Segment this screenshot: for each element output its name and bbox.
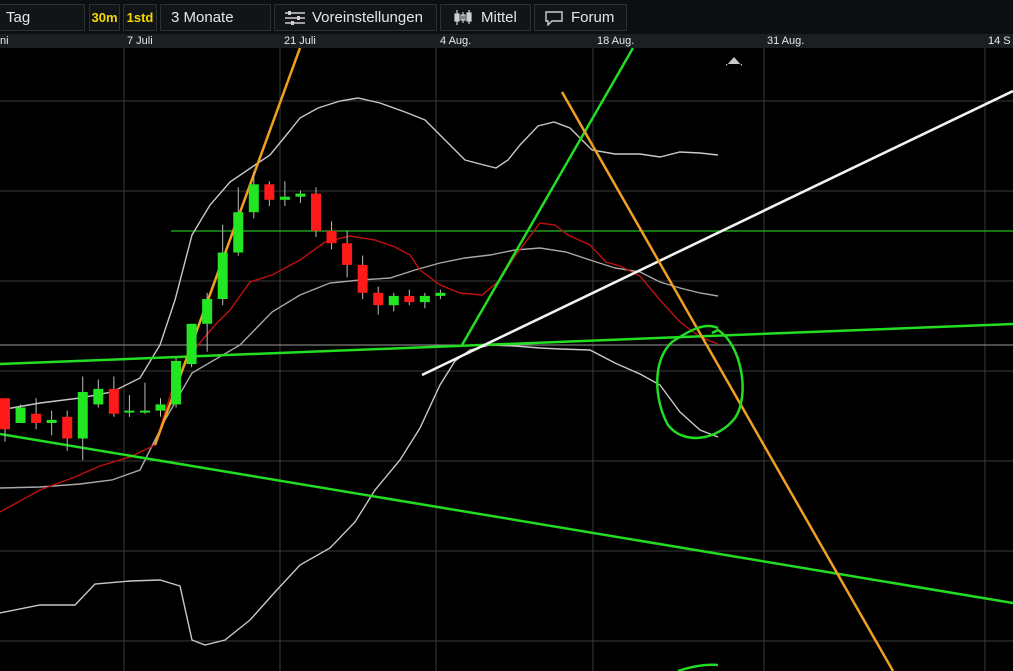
candle-body bbox=[295, 193, 306, 197]
candle-body bbox=[155, 404, 166, 411]
partial-green-stroke bbox=[677, 663, 719, 671]
toolbar: Tag 30m 1std 3 Monate Voreinstellungen M… bbox=[0, 0, 1013, 34]
speech-bubble-icon bbox=[545, 11, 563, 26]
trendline-green-falling bbox=[0, 432, 1013, 605]
candlestick-series bbox=[0, 171, 446, 461]
forum-label: Forum bbox=[571, 9, 615, 26]
highlight-circle bbox=[656, 324, 744, 440]
range-selector[interactable]: 3 Monate bbox=[160, 4, 271, 31]
candle-body bbox=[419, 295, 430, 303]
candle-body bbox=[171, 361, 182, 405]
candle-body bbox=[77, 392, 88, 439]
candle-body bbox=[357, 264, 368, 293]
candlestick-icon bbox=[454, 10, 472, 25]
x-axis: ni 7 Juli 21 Juli 4 Aug. 18 Aug. 31 Aug.… bbox=[0, 34, 1013, 48]
interval-30m-label: 30m bbox=[91, 10, 118, 25]
trendline-green-steep bbox=[460, 48, 635, 346]
trendline-green-flat bbox=[0, 322, 1013, 366]
x-tick-label: 31 Aug. bbox=[767, 35, 805, 47]
x-tick-label: 21 Juli bbox=[284, 35, 316, 47]
interval-1std-label: 1std bbox=[126, 10, 154, 25]
candle-body bbox=[264, 184, 275, 200]
trendline-orange-falling bbox=[560, 91, 895, 671]
x-tick-label: 4 Aug. bbox=[440, 35, 472, 47]
candle-body bbox=[0, 398, 10, 430]
candle-body bbox=[217, 252, 228, 299]
candle-body bbox=[279, 196, 290, 200]
chart-type-button[interactable]: Mittel bbox=[440, 4, 531, 31]
settings-button[interactable]: Voreinstellungen bbox=[274, 4, 437, 31]
period-selector[interactable]: Tag bbox=[0, 4, 85, 31]
range-label: 3 Monate bbox=[171, 9, 234, 26]
forum-button[interactable]: Forum bbox=[534, 4, 627, 31]
sliders-icon bbox=[285, 11, 305, 25]
candle-body bbox=[93, 388, 104, 405]
chart-plot-area[interactable] bbox=[0, 48, 1013, 671]
trendline-white bbox=[421, 89, 1013, 377]
candle-body bbox=[46, 419, 57, 423]
chart-type-label: Mittel bbox=[481, 9, 517, 26]
candle-body bbox=[108, 388, 119, 414]
interval-30m-button[interactable]: 30m bbox=[89, 4, 120, 31]
candle-body bbox=[62, 416, 73, 439]
candle-body bbox=[233, 212, 244, 253]
settings-label: Voreinstellungen bbox=[312, 9, 423, 26]
period-label: Tag bbox=[6, 9, 31, 26]
bollinger-upper-band bbox=[0, 97, 719, 411]
candle-body bbox=[404, 295, 415, 303]
candle-body bbox=[326, 230, 337, 244]
candle-body bbox=[139, 410, 150, 413]
x-tick-label: 14 S bbox=[988, 35, 1011, 47]
candle-body bbox=[31, 413, 42, 423]
x-tick-label: ni bbox=[0, 35, 9, 47]
candle-body bbox=[248, 184, 259, 213]
candle-body bbox=[388, 295, 399, 306]
house-icon bbox=[726, 57, 742, 66]
candle-body bbox=[435, 292, 446, 296]
candle-body bbox=[342, 243, 353, 265]
x-tick-label: 18 Aug. bbox=[597, 35, 635, 47]
x-tick-label: 7 Juli bbox=[127, 35, 153, 47]
candle-body bbox=[186, 323, 197, 365]
candle-body bbox=[124, 410, 135, 413]
candle-body bbox=[15, 407, 26, 423]
interval-1std-button[interactable]: 1std bbox=[123, 4, 157, 31]
candle-body bbox=[311, 193, 321, 231]
candle-body bbox=[373, 292, 384, 306]
candle-body bbox=[202, 299, 213, 324]
